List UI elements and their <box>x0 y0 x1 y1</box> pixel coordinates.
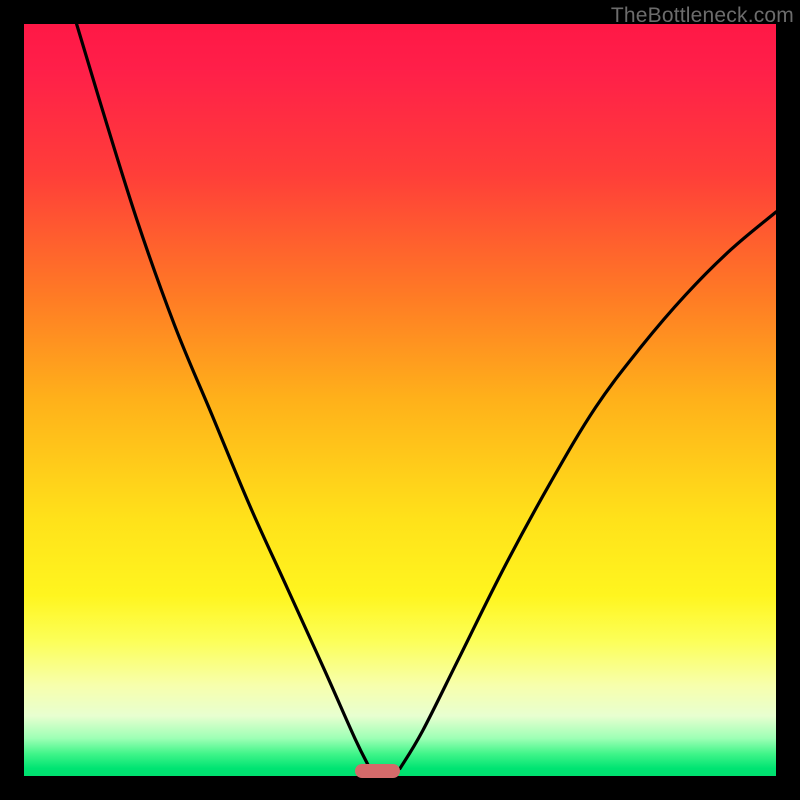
chart-curves <box>24 24 776 776</box>
minimum-marker <box>355 764 400 778</box>
chart-frame <box>24 24 776 776</box>
left-curve-path <box>77 24 370 769</box>
right-curve-path <box>400 212 776 769</box>
